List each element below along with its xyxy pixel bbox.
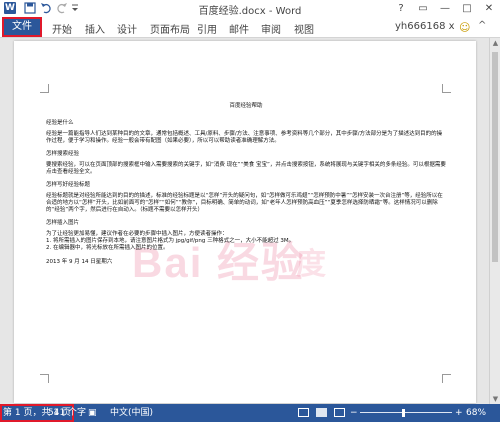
list-item: 2. 在编辑器中，将光标放在所需插入图片的位置。 [46, 245, 169, 251]
collapse-ribbon-icon[interactable]: ^ [478, 20, 486, 31]
language-indicator[interactable]: 中文(中国) [110, 404, 153, 422]
paragraph: 经验标题就是对经验所能达到的目的的描述，标准的经验标题是以“怎样”开头的疑问句，… [46, 193, 443, 213]
document-heading: 百度经验帮助 [229, 103, 263, 109]
minimize-button[interactable]: — [434, 0, 456, 17]
paragraph: 要搜索经验，可以在页面顶部的搜索框中输入需要搜索的关键字，如“消费 现在”“美食… [46, 162, 446, 175]
tab-review[interactable]: 审阅 [261, 21, 281, 36]
section-title: 怎样插入图片 [46, 220, 80, 226]
tab-design[interactable]: 设计 [117, 21, 137, 36]
paragraph: 为了让经验更加易懂，建议作者在必要的步骤中插入图片，方便读者操作： [46, 231, 228, 237]
list-item: 1. 将所需插入的图片保存到本地，请注意图片格式为 jpg/gif/png 三种… [46, 238, 295, 244]
document-body[interactable]: 百度经验帮助 经验是什么 经验是一篇能指导人们达到某种目的的文章，通常包括概述、… [46, 103, 446, 266]
zoom-in-icon[interactable]: + [455, 404, 463, 422]
vertical-scrollbar[interactable]: ▲ ▼ [489, 38, 500, 404]
read-mode-icon[interactable] [298, 408, 309, 417]
close-button[interactable]: ✕ [478, 0, 500, 17]
tab-home[interactable]: 开始 [52, 21, 72, 36]
ribbon-tab-bar: 文件 开始 插入 设计 页面布局 引用 邮件 审阅 视图 yh666168 x … [0, 17, 500, 38]
status-bar: 第 1 页，共 1 页 541 个字 ▣ 中文(中国) − + 68% [0, 404, 500, 422]
tab-view[interactable]: 视图 [294, 21, 314, 36]
section-title: 怎样搜索经验 [46, 151, 80, 157]
smile-feedback-icon[interactable]: ☺ [459, 21, 470, 34]
file-tab[interactable]: 文件 [2, 17, 42, 37]
zoom-slider-thumb[interactable] [402, 409, 406, 417]
section-title: 怎样写好经验标题 [46, 182, 91, 188]
crop-mark [442, 84, 451, 93]
title-bar: W 百度经验.docx - Word ? ▭ — □ ✕ [0, 0, 500, 17]
crop-mark [40, 374, 49, 383]
section-title: 经验是什么 [46, 120, 74, 126]
scroll-up-icon[interactable]: ▲ [490, 38, 500, 48]
zoom-out-icon[interactable]: − [350, 404, 358, 422]
tab-references[interactable]: 引用 [197, 21, 217, 36]
tab-mailings[interactable]: 邮件 [229, 21, 249, 36]
word-count[interactable]: 541 个字 [48, 404, 86, 422]
web-layout-icon[interactable] [334, 408, 345, 417]
tab-page-layout[interactable]: 页面布局 [150, 21, 190, 36]
date-line: 2013 年 9 月 14 日星期六 [46, 259, 113, 265]
help-button[interactable]: ? [390, 0, 412, 17]
window-controls: ? ▭ — □ ✕ [390, 0, 500, 17]
proofing-icon[interactable]: ▣ [88, 404, 97, 422]
paragraph: 经验是一篇能指导人们达到某种目的的文章，通常包括概述、工具/原料、步骤/方法、注… [46, 131, 443, 144]
scroll-down-icon[interactable]: ▼ [490, 394, 500, 404]
document-workspace: Bai 经验 度 百度经验帮助 经验是什么 经验是一篇能指导人们达到某种目的的文… [0, 38, 489, 404]
scroll-thumb[interactable] [492, 52, 498, 262]
tab-insert[interactable]: 插入 [85, 21, 105, 36]
crop-mark [442, 374, 451, 383]
ribbon-display-options-button[interactable]: ▭ [412, 0, 434, 17]
print-layout-icon[interactable] [316, 408, 327, 417]
crop-mark [40, 84, 49, 93]
restore-button[interactable]: □ [456, 0, 478, 17]
document-page[interactable]: Bai 经验 度 百度经验帮助 经验是什么 经验是一篇能指导人们达到某种目的的文… [14, 41, 476, 403]
zoom-level[interactable]: 68% [466, 404, 486, 422]
zoom-slider[interactable] [360, 412, 452, 413]
user-account[interactable]: yh666168 x [395, 21, 455, 32]
